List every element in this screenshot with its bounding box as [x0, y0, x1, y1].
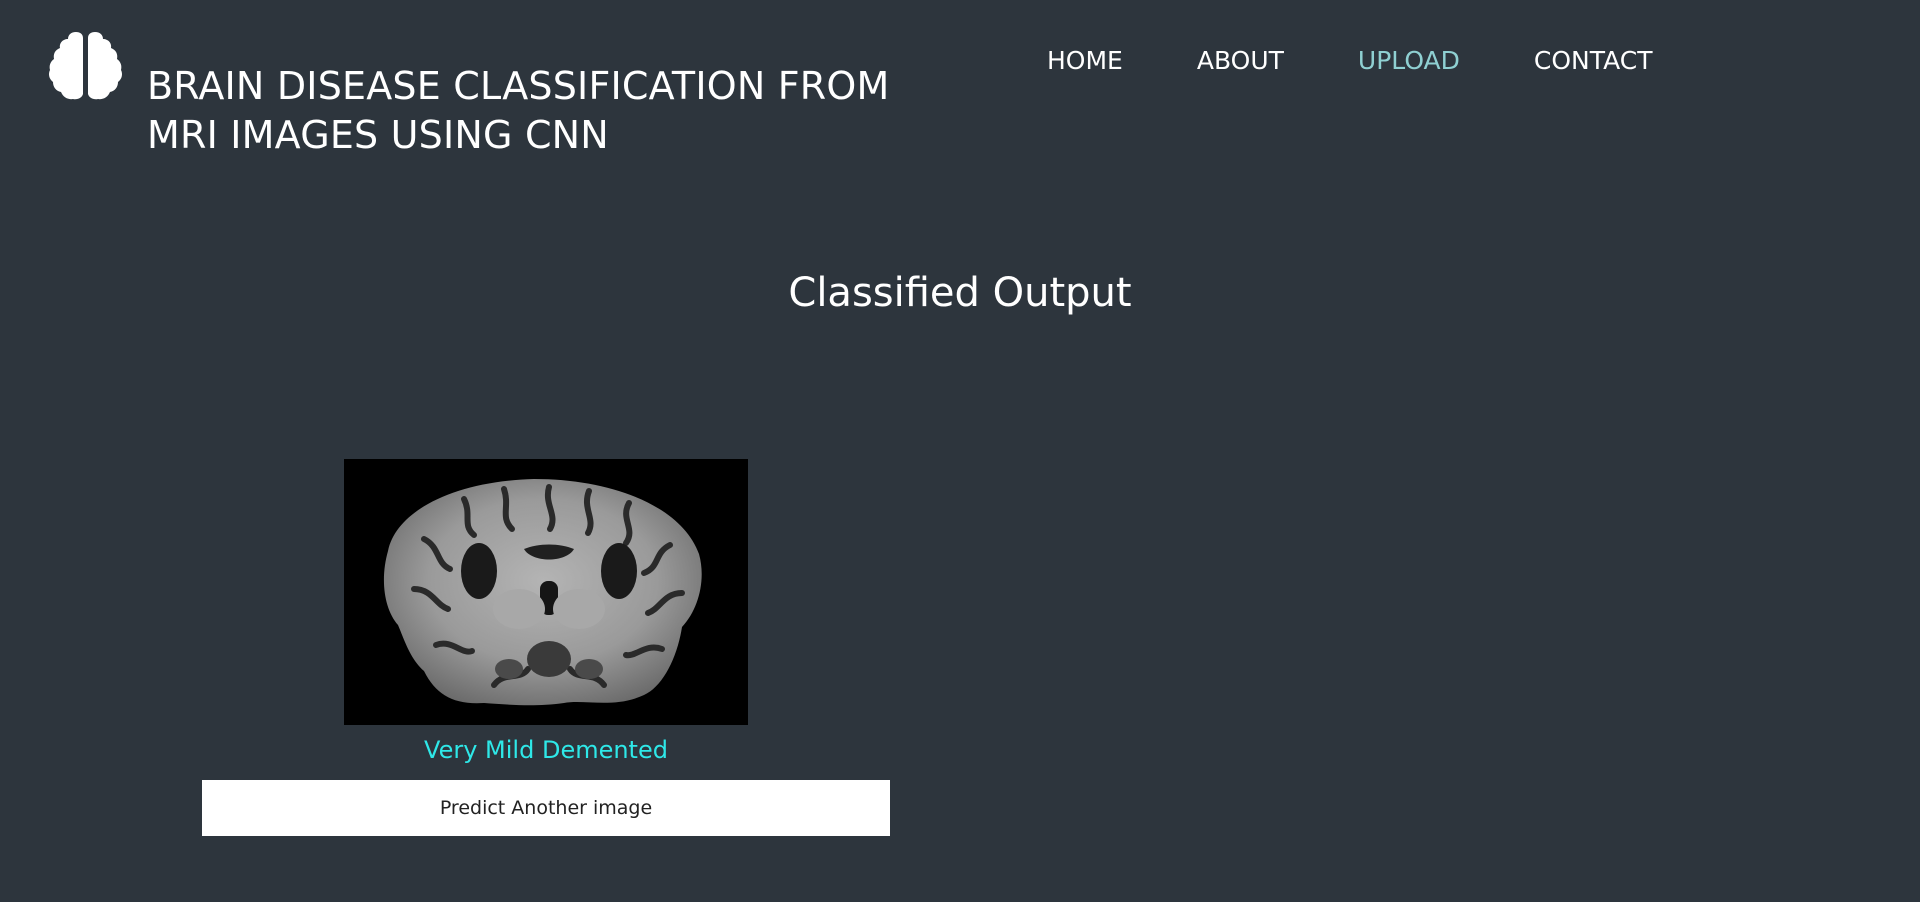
site-title-line-1: BRAIN DISEASE CLASSIFICATION FROM [147, 64, 890, 108]
nav-home[interactable]: HOME [1047, 46, 1123, 75]
prediction-result: Very Mild Demented [424, 736, 668, 764]
page: BRAIN DISEASE CLASSIFICATION FROM MRI IM… [0, 0, 1920, 902]
nav-contact[interactable]: CONTACT [1534, 46, 1653, 75]
site-title-line-2: MRI IMAGES USING CNN [147, 113, 609, 157]
brain-icon [49, 32, 122, 100]
mri-image [344, 459, 748, 725]
site-title: BRAIN DISEASE CLASSIFICATION FROM MRI IM… [147, 62, 907, 160]
nav-about[interactable]: ABOUT [1197, 46, 1284, 75]
main-nav: HOME ABOUT UPLOAD CONTACT [1047, 40, 1652, 80]
site-header: BRAIN DISEASE CLASSIFICATION FROM MRI IM… [0, 0, 1920, 170]
predict-another-button[interactable]: Predict Another image [202, 780, 890, 836]
mri-scan-graphic [344, 459, 748, 725]
output-heading: Classified Output [788, 270, 1132, 316]
nav-upload[interactable]: UPLOAD [1358, 46, 1460, 75]
